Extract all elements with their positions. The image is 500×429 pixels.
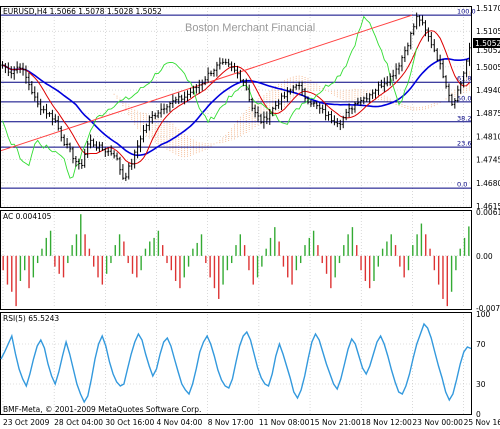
symbol-header: EURUSD,H4 1.5066 1.5078 1.5028 1.5052 [3,7,162,16]
fib-label: 50.0 [457,94,471,102]
ac-title: AC 0.004105 [3,212,52,221]
time-tick: 28 Oct 04:00 [54,418,103,427]
price-tick: 1.5005 [476,63,500,72]
time-tick: 4 Nov 04:00 [157,418,203,427]
fib-label: 61.8 [457,75,471,83]
fib-label: 38.2 [457,114,471,122]
price-tick: 1.5170 [476,4,500,13]
price-tick: 1.5105 [476,27,500,36]
chart-background [0,0,500,429]
time-tick: 25 Nov 16:00 [464,418,500,427]
fib-label: 23.6 [457,140,471,148]
current-price-value: 1.5052 [475,39,500,48]
time-axis: 23 Oct 2009 28 Oct 04:00 30 Oct 16:00 4 Nov… [3,418,500,427]
time-tick: 8 Nov 17:00 [208,418,254,427]
time-tick: 18 Nov 12:00 [361,418,412,427]
chart-canvas: 100.0 61.8 50.0 38.2 23.6 0.0 1.5170 1.5105 1.5… [0,0,500,429]
fib-label: 100.0 [457,8,476,16]
time-tick: 15 Nov 21:00 [310,418,361,427]
copyright-text: BMF-Meta, © 2001-2009 MetaQuotes Softwar… [3,405,201,414]
time-tick: 23 Nov 00:00 [412,418,463,427]
price-tick: 1.4680 [476,179,500,188]
rsi-title: RSI(5) 65.5243 [3,314,59,323]
rsi-tick: 30 [476,380,486,389]
price-tick: 1.4745 [476,156,500,165]
watermark: Boston Merchant Financial [185,22,315,34]
rsi-tick: 100 [476,310,491,319]
time-tick: 30 Oct 16:00 [105,418,154,427]
fib-label: 0.0 [457,181,467,189]
price-tick: 1.4875 [476,109,500,118]
time-tick: 23 Oct 2009 [3,418,50,427]
ac-tick: 0.006107 [476,208,500,217]
rsi-tick: 70 [476,340,486,349]
price-tick: 1.4810 [476,132,500,141]
time-tick: 11 Nov 08:00 [259,418,310,427]
price-tick: 1.4940 [476,86,500,95]
ac-tick: 0.00 [476,252,493,261]
